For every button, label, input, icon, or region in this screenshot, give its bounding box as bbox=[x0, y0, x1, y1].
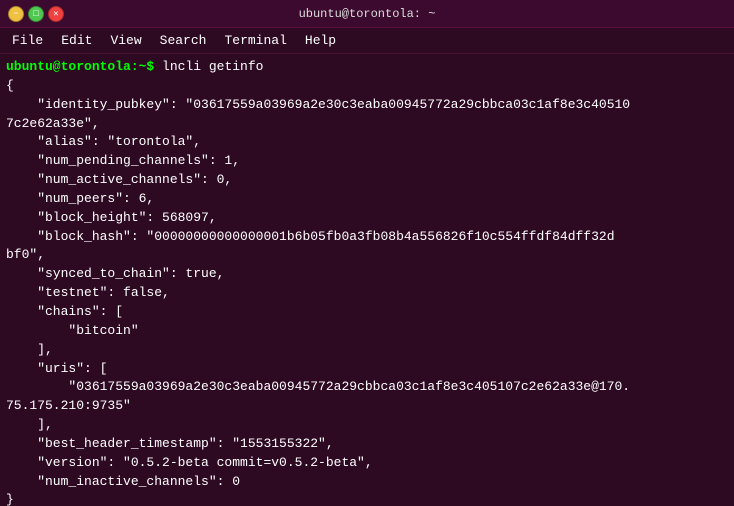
prompt-1: ubuntu@torontola:~$ bbox=[6, 59, 154, 74]
command-line-1: ubuntu@torontola:~$ lncli getinfo bbox=[6, 58, 728, 77]
menu-search[interactable]: Search bbox=[152, 31, 215, 50]
menubar: File Edit View Search Terminal Help bbox=[0, 28, 734, 54]
minimize-button[interactable]: − bbox=[8, 6, 24, 22]
window-title: ubuntu@torontola: ~ bbox=[64, 7, 670, 21]
window-controls[interactable]: − □ ✕ bbox=[8, 6, 64, 22]
menu-terminal[interactable]: Terminal bbox=[216, 31, 294, 50]
terminal-body[interactable]: ubuntu@torontola:~$ lncli getinfo { "ide… bbox=[0, 54, 734, 506]
maximize-button[interactable]: □ bbox=[28, 6, 44, 22]
menu-help[interactable]: Help bbox=[297, 31, 344, 50]
command-output: { "identity_pubkey": "03617559a03969a2e3… bbox=[6, 77, 728, 506]
command-1: lncli getinfo bbox=[154, 59, 263, 74]
titlebar: − □ ✕ ubuntu@torontola: ~ bbox=[0, 0, 734, 28]
close-button[interactable]: ✕ bbox=[48, 6, 64, 22]
menu-file[interactable]: File bbox=[4, 31, 51, 50]
menu-edit[interactable]: Edit bbox=[53, 31, 100, 50]
menu-view[interactable]: View bbox=[102, 31, 149, 50]
